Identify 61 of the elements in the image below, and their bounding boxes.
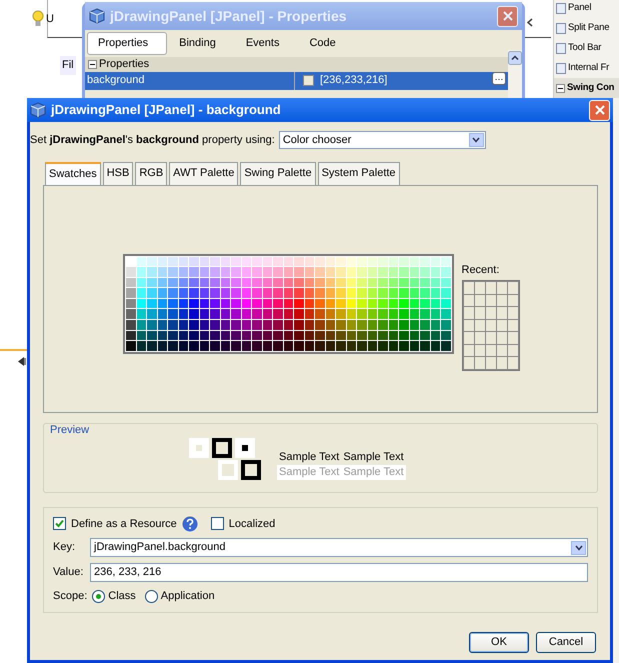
intro-text: Set jDrawingPanel's background property using: (30, 132, 275, 148)
palette-section-header[interactable]: Swing Con (554, 78, 619, 98)
window-title: jDrawingPanel [JPanel] - Properties (110, 6, 347, 26)
window-title: jDrawingPanel [JPanel] - background (51, 101, 281, 120)
radio-label: Application (160, 589, 215, 604)
property-row[interactable]: background [236,233,216] … (85, 72, 508, 90)
property-value: [236,233,216] (320, 73, 388, 88)
value-field[interactable]: 236, 233, 216 (90, 563, 588, 582)
radio-button[interactable] (144, 590, 158, 603)
tab[interactable]: System Palette (318, 162, 400, 184)
radio-button[interactable] (92, 590, 106, 603)
palette-item[interactable]: Split Pane (554, 18, 619, 38)
tab[interactable]: Swing Palette (240, 162, 316, 184)
sample-text: Sample Text (343, 464, 404, 480)
file-tab[interactable]: Fil (60, 56, 76, 74)
field-label: Value: (53, 565, 84, 580)
sample-text: Sample Text (279, 450, 340, 465)
help-icon (182, 516, 198, 532)
checkbox-label: Define as a Resource (71, 516, 177, 532)
checkbox-label: Localized (228, 516, 276, 532)
palette-item[interactable]: Tool Bar (554, 38, 619, 58)
checkbox[interactable] (53, 517, 66, 530)
field-label: Scope: (53, 589, 88, 604)
lightbulb-icon (32, 10, 44, 28)
cube-icon (30, 102, 46, 118)
close-button[interactable] (589, 100, 610, 120)
hint-text: U (46, 12, 54, 27)
tab[interactable]: HSB (102, 162, 134, 184)
editor-select[interactable]: Color chooser (278, 131, 486, 149)
sample-text: Sample Text (279, 464, 340, 480)
ellipsis-button[interactable]: … (492, 72, 506, 84)
palette-item[interactable]: Panel (554, 0, 619, 18)
field-label: Key: (53, 540, 76, 556)
palette-item[interactable]: Internal Fr (554, 58, 619, 78)
chevron-left-icon (527, 18, 533, 27)
tab[interactable]: Events (236, 32, 298, 54)
ok-button[interactable]: OK (469, 632, 529, 652)
key-combo-field[interactable]: jDrawingPanel.background (90, 538, 588, 557)
tab[interactable]: Code (299, 32, 354, 54)
tab[interactable]: RGB (135, 162, 168, 184)
close-icon (502, 10, 514, 22)
tab[interactable]: Properties (87, 32, 168, 54)
radio-label: Class (108, 589, 136, 604)
tab[interactable]: Binding (169, 32, 234, 54)
recent-swatch-grid[interactable] (462, 280, 520, 370)
preview-label: Preview (50, 422, 90, 438)
check-icon (55, 519, 64, 528)
cube-icon (89, 8, 105, 24)
scroll-up-icon (508, 51, 522, 66)
sample-text: Sample Text (343, 450, 404, 465)
cancel-button[interactable]: Cancel (536, 632, 596, 652)
color-swatch-grid[interactable] (123, 254, 454, 354)
color-swatch-icon (303, 75, 314, 86)
arrow-left-icon (18, 356, 26, 366)
tab[interactable]: Swatches (45, 162, 101, 184)
tab[interactable]: AWT Palette (169, 162, 238, 184)
close-icon (594, 104, 606, 116)
checkbox[interactable] (210, 517, 224, 530)
close-button[interactable] (497, 6, 518, 26)
recent-label: Recent: (462, 262, 500, 278)
section-header[interactable]: Properties (85, 56, 508, 72)
